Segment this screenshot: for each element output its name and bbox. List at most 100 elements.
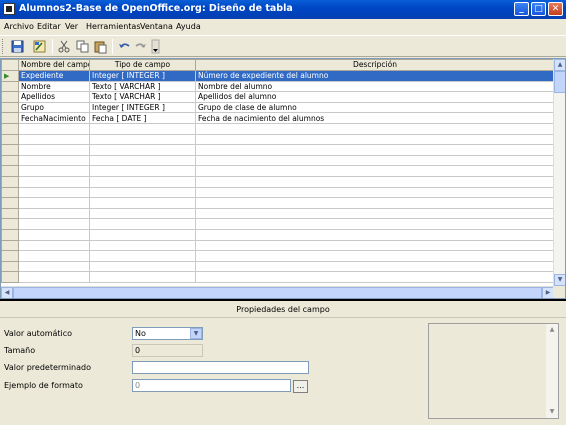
scroll-up-icon[interactable]: ▲ xyxy=(546,324,558,336)
row-header[interactable] xyxy=(1,197,19,209)
field-description-cell[interactable]: Número de expediente del alumno xyxy=(195,69,555,82)
empty-cell[interactable] xyxy=(18,239,90,252)
empty-cell[interactable] xyxy=(89,218,196,230)
field-name-cell[interactable]: FechaNacimiento xyxy=(18,112,90,124)
more-icon[interactable] xyxy=(151,39,160,54)
empty-cell[interactable] xyxy=(195,133,555,146)
row-header[interactable]: ▶ xyxy=(1,69,19,82)
row-header[interactable] xyxy=(1,101,19,114)
row-header[interactable] xyxy=(1,154,19,167)
menu-ventana[interactable]: Ventana xyxy=(140,22,173,31)
empty-row[interactable] xyxy=(1,197,555,209)
row-header[interactable] xyxy=(1,175,19,188)
empty-row[interactable] xyxy=(1,250,555,262)
empty-cell[interactable] xyxy=(89,207,196,220)
copy-icon[interactable] xyxy=(75,39,90,54)
format-button[interactable]: ... xyxy=(293,380,308,393)
empty-cell[interactable] xyxy=(195,250,555,262)
empty-cell[interactable] xyxy=(89,186,196,199)
empty-cell[interactable] xyxy=(195,271,555,283)
empty-cell[interactable] xyxy=(89,228,196,241)
row-header[interactable] xyxy=(1,186,19,199)
menu-herramientas[interactable]: Herramientas xyxy=(86,22,141,31)
default-value-field[interactable] xyxy=(132,361,309,374)
field-description-cell[interactable]: Grupo de clase de alumno xyxy=(195,101,555,114)
empty-row[interactable] xyxy=(1,122,555,135)
close-button[interactable]: ✕ xyxy=(548,2,563,16)
undo-icon[interactable] xyxy=(117,39,132,54)
empty-cell[interactable] xyxy=(18,144,90,156)
chevron-down-icon[interactable]: ▼ xyxy=(190,328,202,339)
redo-icon[interactable] xyxy=(133,39,148,54)
row-header[interactable] xyxy=(1,122,19,135)
scroll-down-icon[interactable]: ▼ xyxy=(554,274,565,286)
field-type-cell[interactable]: Integer [ INTEGER ] xyxy=(89,69,196,82)
empty-cell[interactable] xyxy=(195,122,555,135)
empty-cell[interactable] xyxy=(89,197,196,209)
horizontal-scrollbar[interactable]: ◀ ▶ xyxy=(1,286,554,298)
field-type-cell[interactable]: Integer [ INTEGER ] xyxy=(89,101,196,114)
empty-cell[interactable] xyxy=(89,144,196,156)
empty-cell[interactable] xyxy=(195,144,555,156)
empty-cell[interactable] xyxy=(195,186,555,199)
format-example-field[interactable]: 0 xyxy=(132,379,291,392)
column-header-name[interactable]: Nombre del campo xyxy=(18,59,90,71)
empty-cell[interactable] xyxy=(89,133,196,146)
empty-row[interactable] xyxy=(1,239,555,252)
empty-cell[interactable] xyxy=(18,154,90,167)
row-header[interactable] xyxy=(1,239,19,252)
empty-cell[interactable] xyxy=(18,165,90,177)
empty-row[interactable] xyxy=(1,186,555,199)
empty-cell[interactable] xyxy=(89,239,196,252)
empty-cell[interactable] xyxy=(195,154,555,167)
field-type-cell[interactable]: Texto [ VARCHAR ] xyxy=(89,91,196,103)
field-name-cell[interactable]: Apellidos xyxy=(18,91,90,103)
empty-row[interactable] xyxy=(1,271,555,283)
field-description-cell[interactable]: Nombre del alumno xyxy=(195,80,555,93)
minimize-button[interactable]: _ xyxy=(514,2,529,16)
empty-cell[interactable] xyxy=(18,218,90,230)
row-header[interactable] xyxy=(1,91,19,103)
empty-row[interactable] xyxy=(1,207,555,220)
empty-cell[interactable] xyxy=(195,165,555,177)
empty-row[interactable] xyxy=(1,218,555,230)
empty-cell[interactable] xyxy=(18,175,90,188)
maximize-button[interactable]: □ xyxy=(531,2,546,16)
table-row[interactable]: FechaNacimiento Fecha [ DATE ] Fecha de na… xyxy=(1,112,555,124)
table-row[interactable]: Grupo Integer [ INTEGER ] Grupo de clase d… xyxy=(1,101,555,114)
empty-cell[interactable] xyxy=(195,207,555,220)
scroll-thumb-horizontal[interactable] xyxy=(13,287,542,298)
row-header[interactable] xyxy=(1,228,19,241)
field-name-cell[interactable]: Grupo xyxy=(18,101,90,114)
menu-ver[interactable]: Ver xyxy=(65,22,78,31)
field-name-cell[interactable]: Expediente xyxy=(18,69,90,82)
empty-cell[interactable] xyxy=(89,165,196,177)
empty-row[interactable] xyxy=(1,260,555,273)
empty-cell[interactable] xyxy=(89,260,196,273)
field-description-cell[interactable]: Apellidos del alumno xyxy=(195,91,555,103)
table-row[interactable]: Nombre Texto [ VARCHAR ] Nombre del alumno xyxy=(1,80,555,93)
empty-cell[interactable] xyxy=(89,154,196,167)
auto-value-select[interactable]: No ▼ xyxy=(132,327,203,340)
empty-cell[interactable] xyxy=(18,260,90,273)
row-header[interactable] xyxy=(1,260,19,273)
row-header[interactable] xyxy=(1,133,19,146)
empty-cell[interactable] xyxy=(89,271,196,283)
vertical-scrollbar[interactable]: ▲ ▼ xyxy=(553,59,565,286)
field-name-cell[interactable]: Nombre xyxy=(18,80,90,93)
scroll-left-icon[interactable]: ◀ xyxy=(1,287,13,298)
column-header-description[interactable]: Descripción xyxy=(195,59,555,71)
scroll-up-icon[interactable]: ▲ xyxy=(554,59,565,71)
empty-cell[interactable] xyxy=(89,175,196,188)
menu-editar[interactable]: Editar xyxy=(37,22,61,31)
field-type-cell[interactable]: Fecha [ DATE ] xyxy=(89,112,196,124)
empty-row[interactable] xyxy=(1,228,555,241)
empty-row[interactable] xyxy=(1,175,555,188)
row-header[interactable] xyxy=(1,165,19,177)
row-header[interactable] xyxy=(1,112,19,124)
empty-cell[interactable] xyxy=(18,186,90,199)
empty-cell[interactable] xyxy=(18,250,90,262)
row-header[interactable] xyxy=(1,218,19,230)
empty-cell[interactable] xyxy=(89,250,196,262)
field-type-cell[interactable]: Texto [ VARCHAR ] xyxy=(89,80,196,93)
